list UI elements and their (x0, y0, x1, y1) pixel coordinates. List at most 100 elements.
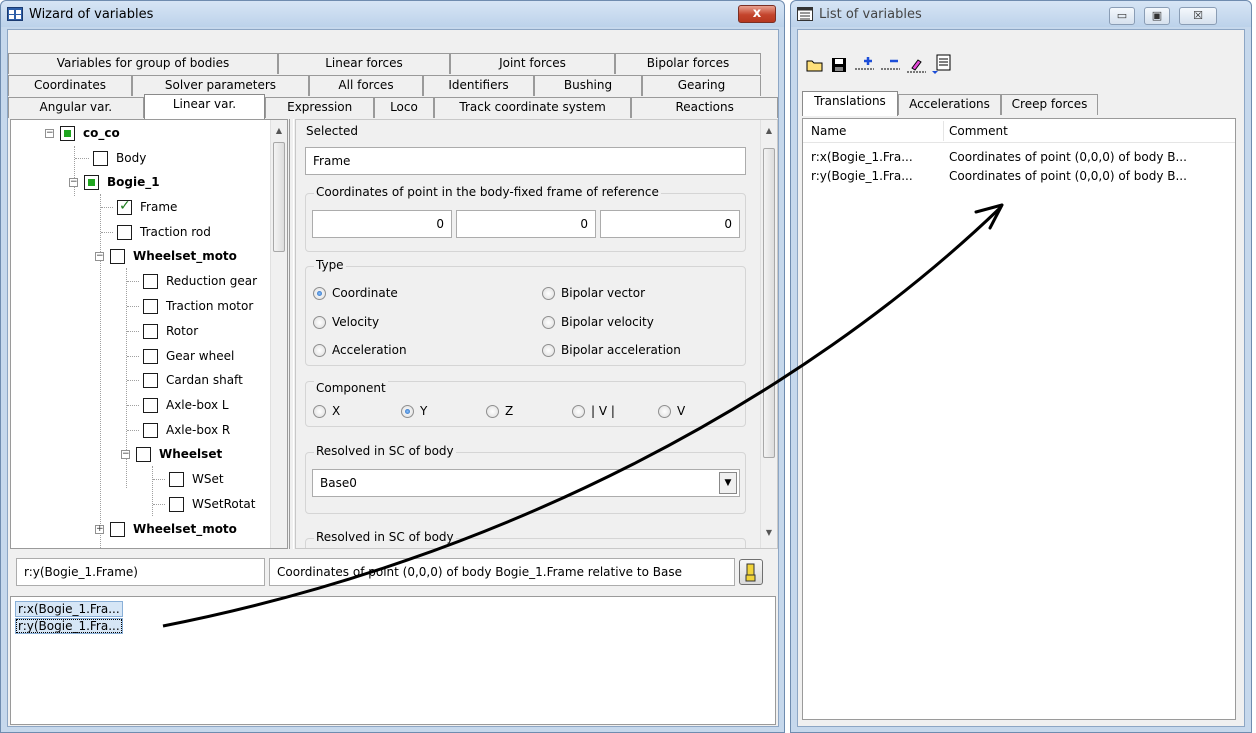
radio-icon[interactable] (542, 315, 555, 329)
tree-checkbox[interactable] (143, 397, 158, 413)
tree-checkbox[interactable] (136, 446, 151, 462)
tree-node-wheelset-moto[interactable]: − Wheelset_moto (95, 244, 237, 268)
radio-icon[interactable] (542, 286, 555, 300)
maximize-button[interactable]: ▣ (1144, 7, 1170, 25)
tree-node-wheelset-moto-2[interactable]: + Wheelset_moto (95, 517, 237, 541)
tree-checkbox[interactable] (169, 496, 184, 512)
minimize-button[interactable]: ▭ (1109, 7, 1135, 25)
radio-icon[interactable] (313, 404, 326, 418)
tree-node-rotor[interactable]: Rotor (127, 319, 198, 343)
type-bipolar-velocity-radio[interactable]: Bipolar velocity (542, 315, 654, 329)
wizard-close-button[interactable]: x (738, 5, 776, 23)
tree-checkbox[interactable] (110, 248, 125, 264)
tab-translations[interactable]: Translations (802, 91, 898, 116)
tab-coordinates[interactable]: Coordinates (8, 75, 132, 96)
selected-field[interactable]: Frame (305, 147, 746, 175)
variables-table[interactable]: Name Comment r:x(Bogie_1.Fra... Coordina… (802, 118, 1236, 720)
tab-reactions[interactable]: Reactions (631, 97, 778, 118)
pick-button[interactable] (739, 559, 763, 585)
tab-solver-parameters[interactable]: Solver parameters (132, 75, 309, 96)
radio-icon[interactable] (658, 404, 671, 418)
column-header-name[interactable]: Name (811, 124, 846, 138)
expand-icon[interactable]: + (95, 524, 104, 534)
collapse-icon[interactable]: − (45, 128, 54, 138)
tree-node-axle-box-r[interactable]: Axle-box R (127, 418, 230, 442)
variable-name-field[interactable]: r:y(Bogie_1.Frame) (16, 558, 265, 586)
radio-icon[interactable] (486, 404, 499, 418)
tree-checkbox[interactable] (110, 521, 125, 537)
tree-node-wset[interactable]: WSet (153, 467, 224, 491)
open-folder-icon[interactable] (806, 57, 824, 73)
tab-expression[interactable]: Expression (265, 97, 375, 118)
properties-list-icon[interactable] (931, 54, 953, 74)
tree-scrollbar[interactable]: ▲ (270, 120, 287, 548)
column-divider[interactable] (943, 121, 944, 141)
component-v-radio[interactable]: V (658, 404, 685, 418)
remove-variable-icon[interactable] (880, 55, 902, 73)
radio-selected-icon[interactable] (401, 404, 414, 418)
tree-node-body[interactable]: Body (75, 146, 146, 170)
scroll-up-icon[interactable]: ▲ (761, 126, 777, 135)
tree-node-wheelset[interactable]: − Wheelset (121, 442, 222, 466)
type-velocity-radio[interactable]: Velocity (313, 315, 379, 329)
tree-checkbox[interactable] (143, 372, 158, 388)
tab-group-bodies[interactable]: Variables for group of bodies (8, 53, 278, 74)
tree-node-traction-motor[interactable]: Traction motor (127, 294, 253, 318)
scroll-down-icon[interactable]: ▼ (761, 528, 777, 537)
tab-bipolar-forces[interactable]: Bipolar forces (615, 53, 761, 74)
component-y-radio[interactable]: Y (401, 404, 427, 418)
tab-joint-forces[interactable]: Joint forces (450, 53, 615, 74)
column-header-comment[interactable]: Comment (949, 124, 1008, 138)
collapse-icon[interactable]: − (95, 251, 104, 261)
radio-icon[interactable] (313, 343, 326, 357)
tree-checkbox[interactable] (143, 273, 158, 289)
variable-comment-field[interactable]: Coordinates of point (0,0,0) of body Bog… (269, 558, 735, 586)
tree-node-axle-box-l[interactable]: Axle-box L (127, 393, 229, 417)
list-item[interactable]: r:x(Bogie_1.Fra... (15, 601, 123, 617)
tree-node-bogie-1[interactable]: − Bogie_1 (69, 170, 160, 194)
component-x-radio[interactable]: X (313, 404, 340, 418)
radio-icon[interactable] (572, 404, 585, 418)
tab-accelerations[interactable]: Accelerations (898, 94, 1001, 115)
tab-gearing[interactable]: Gearing (642, 75, 761, 96)
component-z-radio[interactable]: Z (486, 404, 513, 418)
tree-checkbox[interactable] (117, 198, 132, 215)
properties-scrollbar[interactable]: ▲ ▼ (760, 120, 777, 548)
tree-node-co-co[interactable]: − co_co (45, 121, 120, 145)
table-row[interactable]: r:x(Bogie_1.Fra... Coordinates of point … (803, 148, 1235, 167)
properties-scrollbar-thumb[interactable] (763, 148, 775, 458)
tab-creep-forces[interactable]: Creep forces (1001, 94, 1098, 115)
list-item[interactable]: r:y(Bogie_1.Fra... (15, 618, 123, 634)
tab-linear-var[interactable]: Linear var. (143, 94, 266, 119)
tree-node-traction-rod[interactable]: Traction rod (101, 220, 211, 244)
coord-x-field[interactable]: 0 (312, 210, 452, 238)
tab-bushing[interactable]: Bushing (534, 75, 642, 96)
tab-track-coordinate-system[interactable]: Track coordinate system (433, 97, 632, 118)
tree-checkbox[interactable] (117, 224, 132, 240)
tree-node-gear-wheel[interactable]: Gear wheel (127, 344, 234, 368)
radio-icon[interactable] (542, 343, 555, 357)
tree-checkbox[interactable] (143, 298, 158, 314)
tree-checkbox[interactable] (143, 422, 158, 438)
add-variable-icon[interactable] (854, 55, 876, 73)
tree-scrollbar-thumb[interactable] (273, 142, 285, 252)
tree-checkbox[interactable] (84, 174, 99, 190)
tab-angular-var[interactable]: Angular var. (8, 97, 144, 118)
tab-identifiers[interactable]: Identifiers (423, 75, 534, 96)
resolved-body-dropdown[interactable]: Base0 ▼ (312, 469, 740, 497)
table-row[interactable]: r:y(Bogie_1.Fra... Coordinates of point … (803, 167, 1235, 186)
clear-brush-icon[interactable] (906, 54, 928, 74)
type-acceleration-radio[interactable]: Acceleration (313, 343, 407, 357)
tree-node-cardan-shaft[interactable]: Cardan shaft (127, 368, 243, 392)
panel-splitter[interactable] (289, 119, 294, 549)
tree-checkbox[interactable] (169, 471, 184, 487)
coord-z-field[interactable]: 0 (600, 210, 740, 238)
wizard-titlebar[interactable]: Wizard of variables (1, 1, 784, 27)
tree-checkbox[interactable] (143, 323, 158, 339)
tab-all-forces[interactable]: All forces (309, 75, 423, 96)
type-bipolar-acceleration-radio[interactable]: Bipolar acceleration (542, 343, 681, 357)
collapse-icon[interactable]: − (121, 449, 130, 459)
tree-node-frame[interactable]: Frame (101, 195, 177, 219)
save-icon[interactable] (830, 57, 848, 73)
tree-node-reduction-gear[interactable]: Reduction gear (127, 269, 257, 293)
